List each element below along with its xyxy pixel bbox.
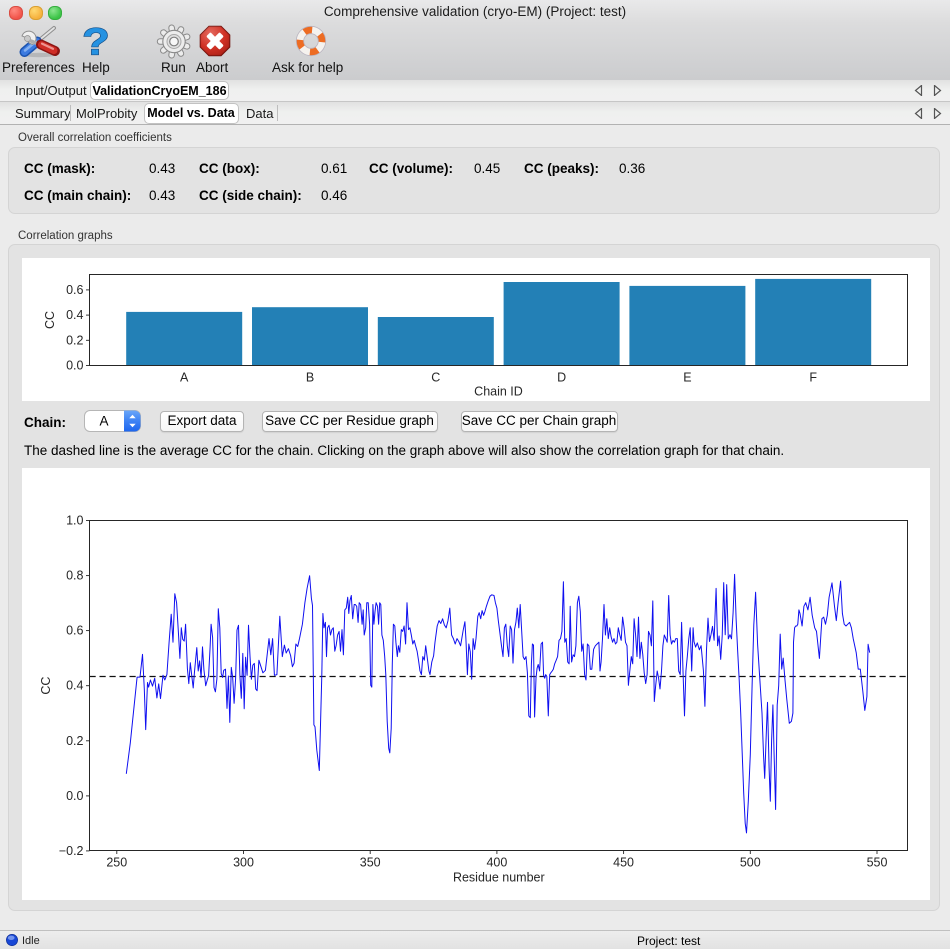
svg-text:D: D xyxy=(557,371,566,385)
svg-text:−0.2: −0.2 xyxy=(59,844,84,858)
svg-text:Residue number: Residue number xyxy=(453,871,545,885)
svg-text:Chain ID: Chain ID xyxy=(474,385,523,399)
svg-text:0.6: 0.6 xyxy=(66,624,83,638)
svg-text:0.6: 0.6 xyxy=(66,283,83,297)
svg-text:CC: CC xyxy=(39,677,53,695)
svg-text:B: B xyxy=(306,371,314,385)
svg-text:A: A xyxy=(99,414,108,429)
svg-text:F: F xyxy=(809,371,817,385)
svg-text:250: 250 xyxy=(106,856,127,870)
svg-text:1.0: 1.0 xyxy=(66,514,83,528)
svg-text:0.4: 0.4 xyxy=(66,308,83,322)
svg-text:300: 300 xyxy=(233,856,254,870)
svg-text:0.8: 0.8 xyxy=(66,569,83,583)
svg-text:0.2: 0.2 xyxy=(66,734,83,748)
svg-text:350: 350 xyxy=(360,856,381,870)
svg-text:0.2: 0.2 xyxy=(66,333,83,347)
svg-text:E: E xyxy=(683,371,691,385)
svg-text:550: 550 xyxy=(867,856,888,870)
svg-text:CC: CC xyxy=(43,311,57,329)
svg-text:400: 400 xyxy=(486,856,507,870)
svg-text:0.0: 0.0 xyxy=(66,789,83,803)
svg-text:0.4: 0.4 xyxy=(66,679,83,693)
svg-text:500: 500 xyxy=(740,856,761,870)
svg-text:?: ? xyxy=(82,23,109,59)
svg-text:0.0: 0.0 xyxy=(66,359,83,373)
svg-text:A: A xyxy=(180,371,189,385)
svg-text:450: 450 xyxy=(613,856,634,870)
svg-text:C: C xyxy=(431,371,440,385)
